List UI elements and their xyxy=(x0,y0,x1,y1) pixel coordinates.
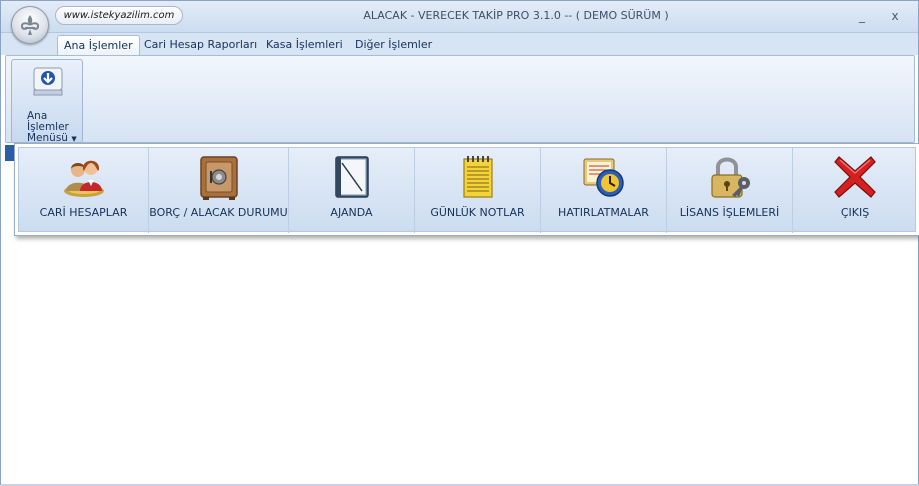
tab-cari-hesap-raporlari[interactable]: Cari Hesap Raporları xyxy=(138,35,263,55)
ribbon-panel: Ana İşlemler Menüsü ▼ xyxy=(5,55,915,145)
menu-item-cikis[interactable]: ÇIKIŞ xyxy=(793,148,917,233)
menu-item-label: ÇIKIŞ xyxy=(840,206,870,219)
fleur-de-lis-icon xyxy=(20,15,40,35)
menu-item-hatirlatmalar[interactable]: HATIRLATMALAR xyxy=(541,148,667,233)
tab-diger-islemler[interactable]: Diğer İşlemler xyxy=(349,35,438,55)
menu-item-label: BORÇ / ALACAK DURUMU xyxy=(149,206,288,219)
left-accent-stripe xyxy=(5,145,14,161)
notebook-icon xyxy=(334,156,369,198)
menu-item-label: LİSANS İŞLEMLERİ xyxy=(679,206,780,219)
menu-item-label: GÜNLÜK NOTLAR xyxy=(430,206,525,219)
lock-key-icon xyxy=(710,157,750,198)
menu-item-lisans-islemleri[interactable]: LİSANS İŞLEMLERİ xyxy=(667,148,793,233)
menu-item-label: AJANDA xyxy=(330,206,373,219)
menu-item-ajanda[interactable]: AJANDA xyxy=(289,148,415,233)
notepad-icon xyxy=(462,156,493,198)
app-window: ALACAK - VERECEK TAKİP PRO 3.1.0 -- ( DE… xyxy=(0,0,919,486)
exit-x-icon xyxy=(834,156,876,198)
down-arrow-icon xyxy=(32,66,64,96)
reminder-icon xyxy=(583,158,624,197)
website-link[interactable]: www.istekyazilim.com xyxy=(55,6,183,25)
menu-item-label: HATIRLATMALAR xyxy=(558,206,649,219)
ribbon-tabs: Ana İşlemler Cari Hesap Raporları Kasa İ… xyxy=(1,33,918,55)
app-orb-button[interactable] xyxy=(11,6,49,44)
tab-ana-islemler[interactable]: Ana İşlemler xyxy=(57,35,140,55)
menu-item-label: CARİ HESAPLAR xyxy=(39,206,128,219)
minimize-button[interactable]: _ xyxy=(855,9,869,23)
ana-islemler-menu-button[interactable]: Ana İşlemler Menüsü ▼ xyxy=(11,59,83,145)
close-button[interactable]: x xyxy=(888,9,902,23)
window-title: ALACAK - VERECEK TAKİP PRO 3.1.0 -- ( DE… xyxy=(363,9,669,22)
users-icon xyxy=(63,160,104,197)
tab-kasa-islemleri[interactable]: Kasa İşlemleri xyxy=(260,35,349,55)
dropdown-items-bar: CARİ HESAPLAR BORÇ / ALACAK DURUMU AJAND… xyxy=(18,147,917,233)
menu-item-borc-alacak-durumu[interactable]: BORÇ / ALACAK DURUMU xyxy=(149,148,289,233)
safe-icon xyxy=(199,156,238,200)
main-operations-dropdown: CARİ HESAPLAR BORÇ / ALACAK DURUMU AJAND… xyxy=(14,143,919,236)
dropdown-caret-icon: ▼ xyxy=(71,135,77,143)
menu-button-label: Ana İşlemler Menüsü ▼ xyxy=(27,111,83,145)
menu-item-cari-hesaplar[interactable]: CARİ HESAPLAR xyxy=(19,148,149,233)
menu-item-gunluk-notlar[interactable]: GÜNLÜK NOTLAR xyxy=(415,148,541,233)
